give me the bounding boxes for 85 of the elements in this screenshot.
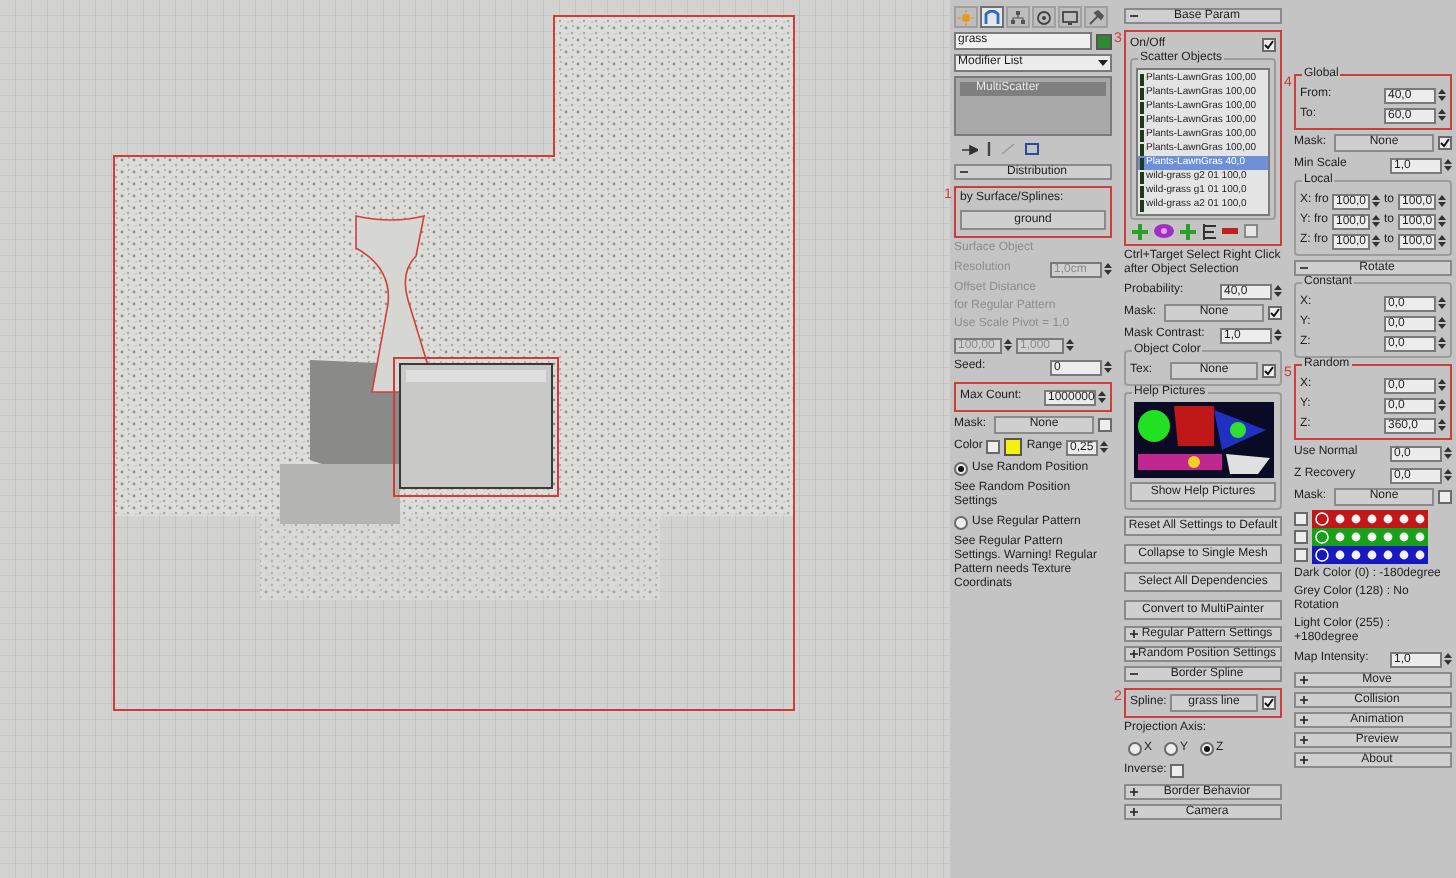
spinner-arrows-icon bbox=[1438, 378, 1446, 392]
square-icon bbox=[1024, 142, 1040, 156]
arc-icon bbox=[984, 9, 1000, 25]
plus-icon bbox=[1300, 676, 1308, 684]
spinner-arrows-icon bbox=[1104, 262, 1112, 276]
spinner-arrows-icon bbox=[1100, 440, 1109, 454]
spinner-arrows-icon bbox=[1444, 468, 1452, 482]
radio-button[interactable] bbox=[1164, 742, 1179, 756]
spinner-arrows-icon bbox=[1372, 234, 1380, 248]
spinner-arrows-icon bbox=[1004, 338, 1012, 352]
spinner-arrows-icon bbox=[1438, 108, 1446, 122]
checkbox[interactable] bbox=[1098, 418, 1112, 432]
checkbox[interactable] bbox=[1438, 136, 1452, 150]
slash-icon bbox=[1000, 142, 1016, 156]
spinner-arrows-icon bbox=[1372, 194, 1380, 208]
spinner-arrows-icon bbox=[1444, 158, 1452, 172]
spinner-arrows-icon bbox=[1438, 418, 1446, 432]
checkbox[interactable] bbox=[986, 440, 1001, 454]
check-icon bbox=[1264, 698, 1274, 708]
checkbox[interactable] bbox=[1294, 512, 1308, 526]
color-swatch[interactable] bbox=[1004, 438, 1023, 456]
monitor-icon bbox=[1062, 9, 1078, 25]
minus-icon bbox=[1300, 264, 1308, 272]
checkbox[interactable] bbox=[1170, 764, 1185, 778]
sun-icon bbox=[958, 9, 974, 25]
checkbox[interactable] bbox=[1262, 696, 1276, 710]
spinner-arrows-icon bbox=[1438, 296, 1446, 310]
check-icon bbox=[1270, 308, 1280, 318]
spinner-arrows-icon bbox=[1444, 652, 1452, 666]
checkbox[interactable] bbox=[1294, 548, 1308, 562]
plus-icon bbox=[1180, 223, 1196, 239]
plus-icon bbox=[1130, 808, 1138, 816]
checkbox[interactable] bbox=[1262, 38, 1276, 52]
spinner-arrows-icon bbox=[1438, 234, 1447, 248]
plus-icon bbox=[1130, 630, 1138, 638]
pin-icon bbox=[962, 143, 978, 155]
checkbox[interactable] bbox=[1268, 306, 1282, 320]
spinner-arrows-icon bbox=[1274, 328, 1282, 342]
radio-button[interactable] bbox=[954, 516, 968, 530]
plus-icon bbox=[1300, 716, 1308, 724]
plus-icon bbox=[1300, 696, 1308, 704]
panel-tab[interactable] bbox=[1058, 6, 1082, 28]
spinner-arrows-icon bbox=[1098, 390, 1106, 404]
spinner-arrows-icon bbox=[1438, 88, 1446, 102]
panel-tab[interactable] bbox=[1032, 6, 1056, 28]
square-icon bbox=[1244, 224, 1258, 238]
spinner-arrows-icon bbox=[1104, 360, 1112, 374]
caret-icon bbox=[1098, 60, 1108, 66]
plus-icon bbox=[1130, 788, 1138, 796]
color-swatch[interactable] bbox=[1096, 33, 1112, 49]
spinner-arrows-icon bbox=[1274, 284, 1282, 298]
plus-icon bbox=[1300, 756, 1308, 764]
plus-icon bbox=[1300, 736, 1308, 744]
checkbox[interactable] bbox=[1438, 490, 1452, 504]
minus-icon bbox=[1222, 227, 1238, 235]
panel-tab[interactable] bbox=[1006, 6, 1030, 28]
radio-button[interactable] bbox=[1128, 742, 1142, 756]
plus-icon bbox=[1130, 650, 1138, 658]
hierarchy-icon bbox=[1010, 9, 1026, 25]
check-icon bbox=[1440, 138, 1450, 148]
list-icon bbox=[1202, 223, 1216, 239]
bar-icon bbox=[986, 142, 992, 156]
check-icon bbox=[1264, 366, 1274, 376]
spinner-arrows-icon bbox=[1438, 316, 1446, 330]
minus-icon bbox=[960, 168, 968, 176]
minus-icon bbox=[1130, 670, 1138, 678]
spinner-arrows-icon bbox=[1444, 446, 1452, 460]
panel-tab[interactable] bbox=[1084, 6, 1108, 28]
checkbox[interactable] bbox=[1262, 364, 1276, 378]
check-icon bbox=[1264, 40, 1274, 50]
spinner-arrows-icon bbox=[1438, 336, 1446, 350]
panel-tab[interactable] bbox=[980, 6, 1004, 28]
radio-button[interactable] bbox=[954, 462, 968, 476]
spinner-arrows-icon bbox=[1438, 398, 1446, 412]
checkbox[interactable] bbox=[1294, 530, 1308, 544]
circle-icon bbox=[1036, 9, 1052, 25]
radio-button[interactable] bbox=[1200, 742, 1215, 756]
blob-icon bbox=[1154, 224, 1174, 238]
hammer-icon bbox=[1088, 9, 1104, 25]
spinner-arrows-icon bbox=[1438, 194, 1447, 208]
minus-icon bbox=[1130, 12, 1138, 20]
spinner-arrows-icon bbox=[1438, 214, 1447, 228]
spinner-arrows-icon bbox=[1066, 338, 1074, 352]
plus-icon bbox=[1132, 223, 1148, 239]
spinner-arrows-icon bbox=[1372, 214, 1380, 228]
